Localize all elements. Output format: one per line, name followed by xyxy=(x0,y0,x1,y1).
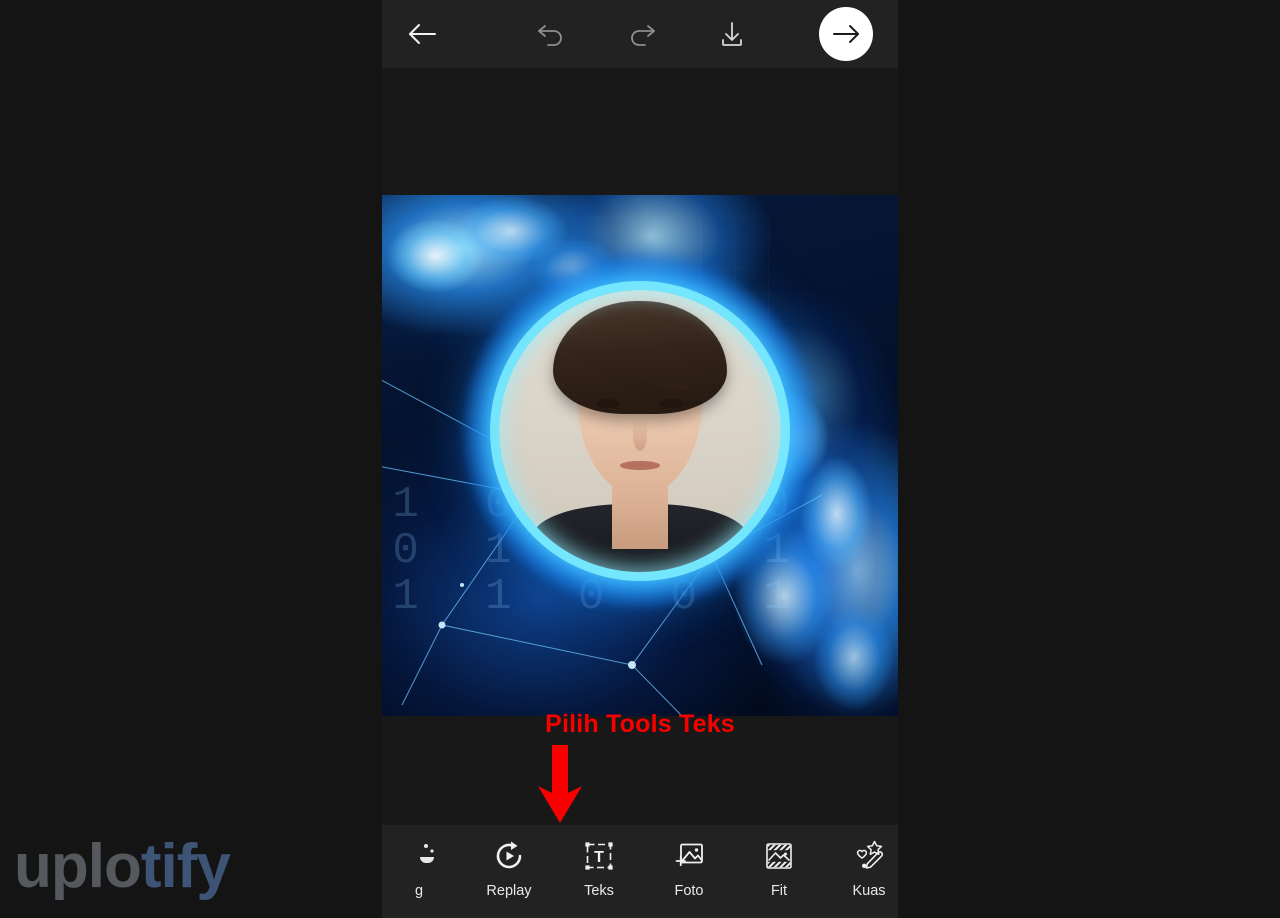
edited-photo[interactable]: 1 0 1 1 0 0 1 1 0 1 1 1 0 0 1 xyxy=(382,195,898,716)
undo-icon xyxy=(538,25,562,46)
tool-strip: g Replay T Teks Foto Fit Kuas xyxy=(374,825,914,918)
toolbar-item-replay[interactable]: Replay xyxy=(464,825,554,918)
brush-icon xyxy=(849,836,889,876)
svg-text:T: T xyxy=(594,849,604,866)
glow-ring-border xyxy=(490,281,790,581)
toolbar-item-fit[interactable]: Fit xyxy=(734,825,824,918)
redo-button[interactable] xyxy=(618,10,666,58)
save-button[interactable] xyxy=(708,10,756,58)
app-column: 1 0 1 1 0 0 1 1 0 1 1 1 0 0 1 xyxy=(382,0,898,918)
portrait-ring xyxy=(464,255,816,607)
text-icon: T xyxy=(579,836,619,876)
toolbar-item-bg[interactable]: g xyxy=(374,825,464,918)
redo-icon xyxy=(631,25,655,46)
toolbar-item-teks[interactable]: T Teks xyxy=(554,825,644,918)
toolbar-item-foto[interactable]: Foto xyxy=(644,825,734,918)
bottom-toolbar: g Replay T Teks Foto Fit Kuas xyxy=(382,825,898,918)
bg-icon xyxy=(399,836,439,876)
toolbar-label-bg: g xyxy=(414,883,424,899)
download-icon xyxy=(722,22,742,46)
toolbar-label-fit: Fit xyxy=(770,883,788,899)
fit-icon xyxy=(759,836,799,876)
watermark-uplotify: uplotify xyxy=(14,832,231,902)
screen-root: uplotify 1 0 1 1 1 g Replay T Teks Foto … xyxy=(0,0,1280,918)
toolbar-item-kuas[interactable]: Kuas xyxy=(824,825,914,918)
arrow-left-icon xyxy=(409,24,436,44)
canvas-area[interactable]: 1 0 1 1 0 0 1 1 0 1 1 1 0 0 1 xyxy=(382,68,898,825)
back-button[interactable] xyxy=(398,10,446,58)
watermark-part2: tify xyxy=(140,832,231,901)
next-button[interactable] xyxy=(819,7,873,61)
arrow-right-icon xyxy=(833,25,859,43)
undo-button[interactable] xyxy=(527,10,575,58)
top-toolbar xyxy=(382,0,898,68)
toolbar-label-kuas: Kuas xyxy=(852,883,886,899)
watermark-part1: uplo xyxy=(14,832,142,901)
toolbar-label-teks: Teks xyxy=(584,883,614,899)
replay-icon xyxy=(489,836,529,876)
toolbar-label-replay: Replay xyxy=(486,883,532,899)
toolbar-label-foto: Foto xyxy=(674,883,704,899)
photo-add-icon xyxy=(669,836,709,876)
